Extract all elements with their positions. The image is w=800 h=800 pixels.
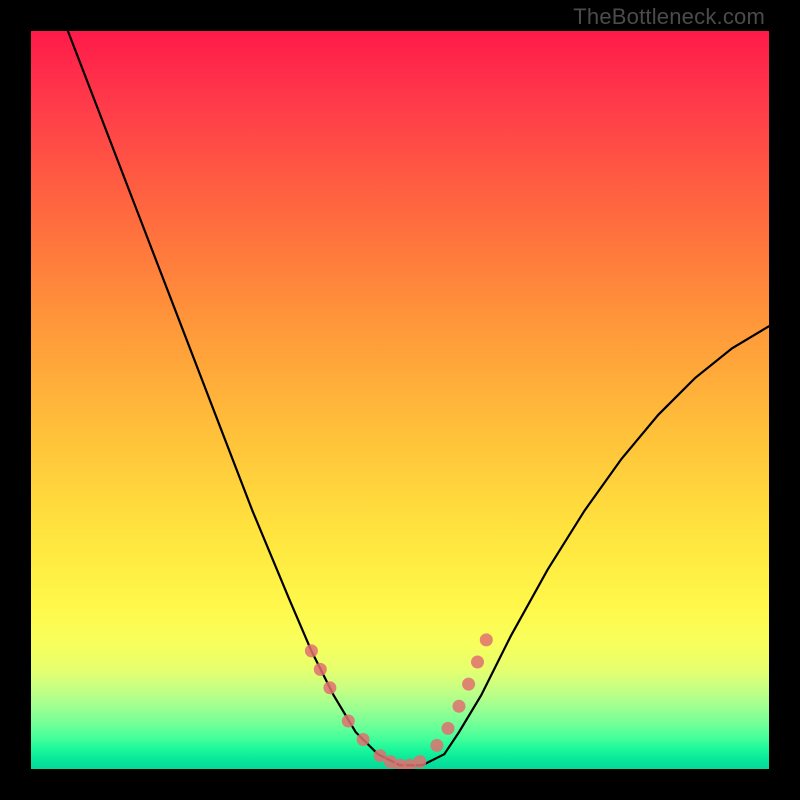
marker-dot <box>462 678 475 691</box>
marker-dot <box>357 733 370 746</box>
marker-dot <box>471 656 484 669</box>
marker-dot <box>480 633 493 646</box>
marker-dot <box>342 715 355 728</box>
marker-dot <box>314 663 327 676</box>
marker-dot <box>323 681 336 694</box>
watermark-text: TheBottleneck.com <box>573 4 765 30</box>
plot-area <box>31 31 769 769</box>
marker-dot <box>305 644 318 657</box>
bottleneck-curve <box>68 31 769 765</box>
chart-frame: TheBottleneck.com <box>0 0 800 800</box>
chart-svg <box>31 31 769 769</box>
marker-dot <box>413 755 426 768</box>
marker-dot <box>442 722 455 735</box>
marker-dot <box>453 700 466 713</box>
highlighted-points <box>305 633 493 769</box>
marker-dot <box>430 739 443 752</box>
